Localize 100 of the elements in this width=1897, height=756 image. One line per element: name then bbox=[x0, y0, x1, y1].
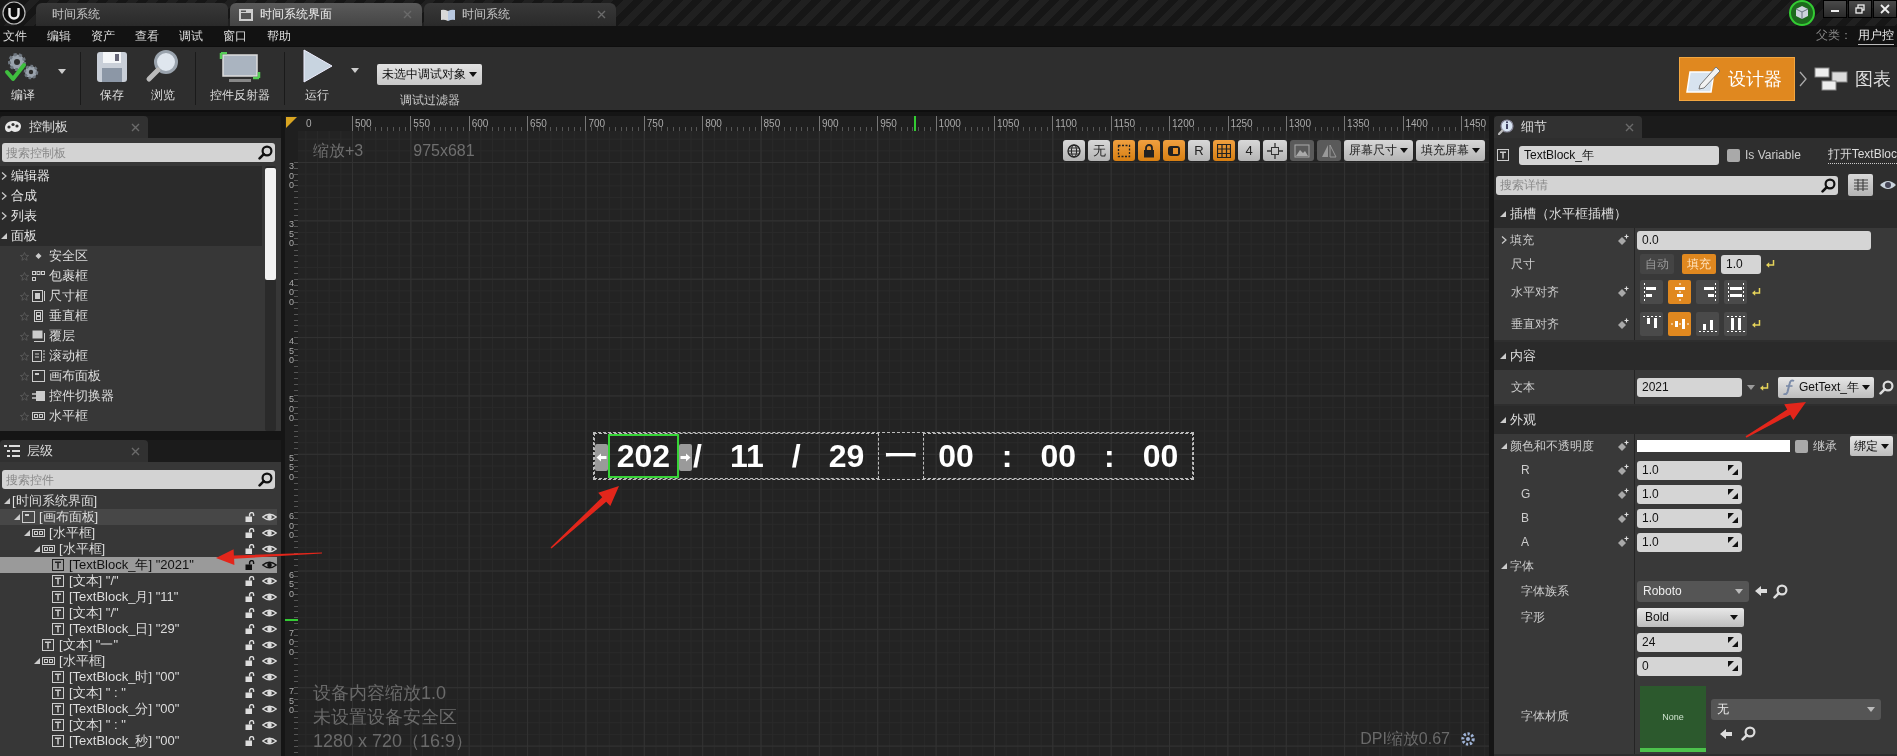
palette-item[interactable]: 安全区 bbox=[0, 246, 262, 266]
save-button[interactable]: 保存 bbox=[91, 47, 133, 110]
toggle-button[interactable]: R bbox=[1188, 140, 1210, 161]
toggle-button[interactable] bbox=[1113, 140, 1135, 161]
material-thumbnail[interactable]: None bbox=[1640, 686, 1706, 752]
palette-item[interactable]: 覆层 bbox=[0, 326, 262, 346]
lock-icon[interactable] bbox=[245, 736, 255, 746]
star-icon[interactable] bbox=[20, 251, 29, 261]
diamond-plus-icon[interactable] bbox=[1617, 488, 1629, 500]
diamond-plus-icon[interactable] bbox=[1617, 234, 1629, 246]
diamond-plus-icon[interactable] bbox=[1617, 286, 1629, 298]
star-icon[interactable] bbox=[20, 351, 29, 361]
close-icon[interactable] bbox=[131, 122, 140, 132]
section-header[interactable]: 插槽（水平框插槽） bbox=[1494, 200, 1897, 228]
search-field[interactable]: 搜索控制板 bbox=[2, 143, 255, 162]
scrollbar[interactable] bbox=[265, 166, 276, 431]
menu-item[interactable]: 窗口 bbox=[223, 27, 247, 45]
triangle-icon[interactable] bbox=[1499, 210, 1507, 218]
search-icon[interactable] bbox=[1773, 583, 1788, 599]
align-button[interactable] bbox=[1696, 280, 1719, 304]
reset-arrow-icon[interactable] bbox=[1752, 287, 1761, 297]
spin-button[interactable] bbox=[1724, 508, 1742, 528]
cube-icon[interactable] bbox=[1788, 0, 1816, 26]
close-icon[interactable] bbox=[597, 10, 606, 19]
reset-arrow-icon[interactable] bbox=[1752, 319, 1761, 329]
dropdown[interactable]: Bold bbox=[1637, 607, 1744, 627]
hierarchy-item[interactable]: [TextBlock_日] "29" bbox=[0, 621, 277, 637]
menu-item[interactable]: 查看 bbox=[135, 27, 159, 45]
dropdown[interactable]: 屏幕尺寸 bbox=[1344, 140, 1413, 161]
toggle-button[interactable] bbox=[1138, 140, 1160, 161]
eye-icon[interactable] bbox=[1879, 179, 1897, 191]
star-icon[interactable] bbox=[20, 371, 29, 381]
palette-item[interactable]: 垂直框 bbox=[0, 306, 262, 326]
browse-button[interactable]: 浏览 bbox=[141, 47, 185, 110]
lock-icon[interactable] bbox=[245, 672, 255, 682]
diamond-plus-icon[interactable] bbox=[1617, 464, 1629, 476]
document-tab[interactable]: 时间系统 bbox=[36, 3, 228, 26]
eye-icon[interactable] bbox=[262, 560, 277, 570]
star-icon[interactable] bbox=[20, 291, 29, 301]
close-icon[interactable] bbox=[1625, 122, 1634, 132]
left-arrow-icon[interactable] bbox=[1719, 727, 1733, 740]
number-field[interactable]: 1.0 bbox=[1637, 460, 1724, 480]
hierarchy-item[interactable]: [文本] "一" bbox=[0, 637, 277, 653]
diamond-plus-icon[interactable] bbox=[1617, 318, 1629, 330]
view-options-button[interactable] bbox=[1848, 174, 1873, 196]
document-tab[interactable]: 时间系统界面 bbox=[230, 3, 422, 26]
align-button[interactable] bbox=[1696, 312, 1719, 336]
triangle-icon[interactable] bbox=[0, 232, 8, 240]
triangle-icon[interactable] bbox=[13, 513, 21, 521]
parent-class-link[interactable]: 用户控 bbox=[1858, 27, 1894, 45]
dropdown[interactable]: Roboto bbox=[1637, 580, 1749, 602]
lock-icon[interactable] bbox=[245, 688, 255, 698]
size-option[interactable]: 自动 bbox=[1640, 254, 1674, 274]
restore-button[interactable] bbox=[1848, 0, 1872, 18]
palette-item[interactable]: 尺寸框 bbox=[0, 286, 262, 306]
number-field[interactable]: 0.0 bbox=[1637, 230, 1871, 250]
menu-item[interactable]: 文件 bbox=[3, 27, 27, 45]
palette-category[interactable]: 编辑器 bbox=[0, 166, 262, 186]
lock-icon[interactable] bbox=[245, 608, 255, 618]
section-header[interactable]: 内容 bbox=[1494, 342, 1897, 370]
triangle-icon[interactable] bbox=[3, 497, 11, 505]
hierarchy-item[interactable]: [TextBlock_月] "11" bbox=[0, 589, 277, 605]
align-button[interactable] bbox=[1724, 280, 1747, 304]
caret-icon[interactable] bbox=[1747, 384, 1755, 390]
toggle-button[interactable] bbox=[1063, 140, 1085, 161]
triangle-icon[interactable] bbox=[1500, 562, 1508, 570]
hierarchy-item[interactable]: [画布面板] bbox=[0, 509, 277, 525]
text-field[interactable]: 2021 bbox=[1637, 377, 1742, 397]
hierarchy-item[interactable]: [TextBlock_年] "2021" bbox=[0, 557, 277, 573]
align-button[interactable] bbox=[1724, 312, 1747, 336]
number-field[interactable]: 1.0 bbox=[1637, 484, 1724, 504]
binding-dropdown[interactable]: GetText_年 bbox=[1778, 376, 1875, 398]
align-button[interactable] bbox=[1640, 312, 1663, 336]
triangle-icon[interactable] bbox=[1499, 416, 1507, 424]
toggle-button[interactable] bbox=[1163, 140, 1185, 161]
palette-category[interactable]: 合成 bbox=[0, 186, 262, 206]
panel-tab[interactable]: 控制板 bbox=[0, 116, 148, 138]
play-button[interactable]: 运行 bbox=[295, 47, 363, 110]
star-icon[interactable] bbox=[20, 391, 29, 401]
lock-icon[interactable] bbox=[245, 576, 255, 586]
lock-icon[interactable] bbox=[245, 704, 255, 714]
hierarchy-item[interactable]: [TextBlock_秒] "00" bbox=[0, 733, 277, 749]
checkbox[interactable] bbox=[1795, 439, 1808, 453]
palette-item[interactable]: 水平框 bbox=[0, 406, 262, 426]
selection-outline[interactable]: 202 bbox=[607, 434, 680, 478]
palette-category[interactable]: 列表 bbox=[0, 206, 262, 226]
close-button[interactable] bbox=[1873, 0, 1897, 18]
left-arrow-icon[interactable] bbox=[1754, 585, 1768, 597]
lock-icon[interactable] bbox=[245, 528, 255, 538]
search-button[interactable] bbox=[255, 143, 275, 162]
triangle-icon[interactable] bbox=[1499, 352, 1507, 360]
hierarchy-item[interactable]: [文本] " : " bbox=[0, 685, 277, 701]
number-field[interactable]: 1.0 bbox=[1721, 254, 1761, 274]
number-field[interactable]: 1.0 bbox=[1637, 508, 1724, 528]
star-icon[interactable] bbox=[20, 311, 29, 321]
minimize-button[interactable] bbox=[1823, 0, 1847, 18]
spin-button[interactable] bbox=[1724, 632, 1742, 652]
star-icon[interactable] bbox=[20, 331, 29, 341]
arrow-handle-icon[interactable] bbox=[594, 444, 608, 471]
palette-item[interactable]: 控件切换器 bbox=[0, 386, 262, 406]
